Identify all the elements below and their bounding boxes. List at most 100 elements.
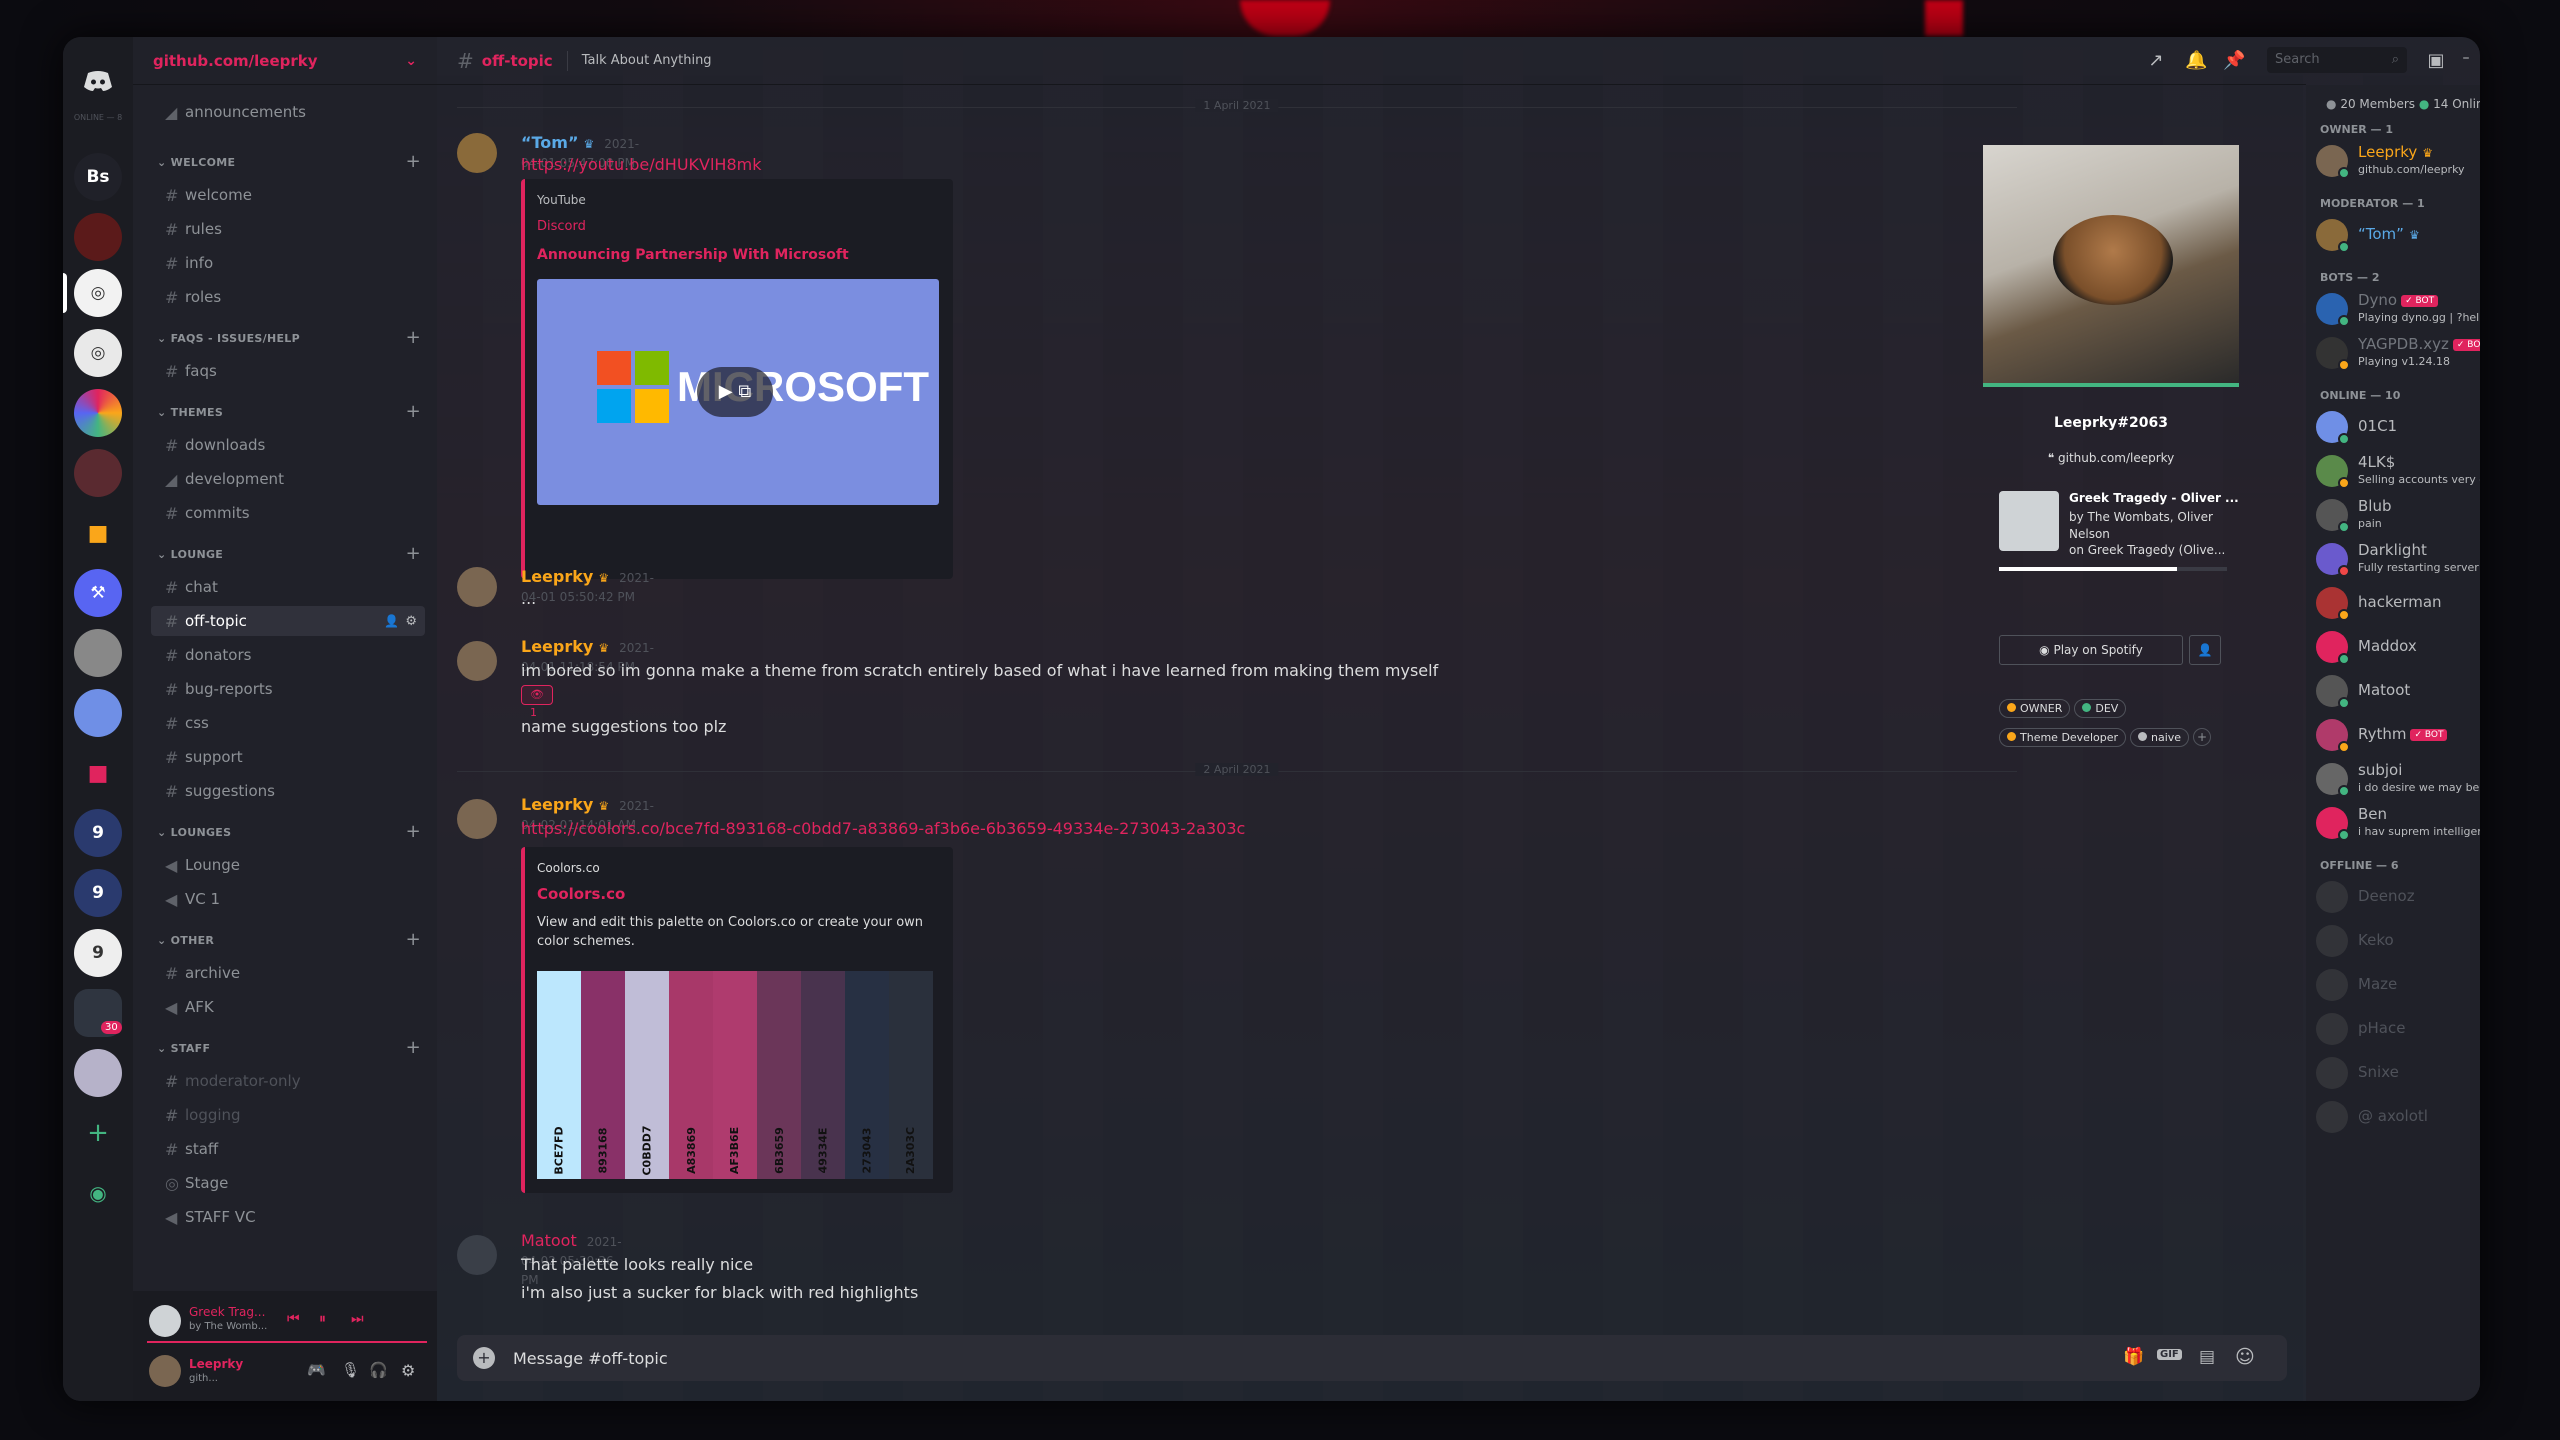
member-item[interactable]: subjoi i do desire we may be better st... xyxy=(2316,759,2480,799)
listen-along-button[interactable]: 👤 xyxy=(2189,635,2221,665)
microphone-icon[interactable]: 🎙 xyxy=(341,1361,360,1379)
server-icon[interactable]: ⚒ xyxy=(74,569,122,617)
avatar[interactable] xyxy=(457,567,497,607)
member-item[interactable]: 4LK$ Selling accounts very chea... xyxy=(2316,451,2480,491)
channel-archive[interactable]: # archive xyxy=(151,958,425,988)
category-themes[interactable]: ⌄ THEMES + xyxy=(157,401,427,422)
channel-downloads[interactable]: # downloads xyxy=(151,430,425,460)
gift-icon[interactable]: 🎁 xyxy=(2123,1347,2144,1367)
voice-afk[interactable]: ◀ AFK xyxy=(151,992,425,1022)
channel-bug-reports[interactable]: # bug-reports xyxy=(151,674,425,704)
role-pill[interactable]: OWNER xyxy=(1999,699,2071,718)
category-welcome[interactable]: ⌄ WELCOME + xyxy=(157,151,427,172)
reaction[interactable]: 👁 1 xyxy=(521,685,553,719)
message-author[interactable]: Leeprky ♛ 2021-04-01 05:50:42 PM xyxy=(521,567,654,605)
member-item[interactable]: Blub pain xyxy=(2316,495,2476,535)
voice-lounge[interactable]: ◀ Lounge xyxy=(151,850,425,880)
voice-vc1[interactable]: ◀ VC 1 xyxy=(151,884,425,914)
invite-icon[interactable]: 👤 xyxy=(384,614,399,628)
channel-moderator-only[interactable]: # moderator-only xyxy=(151,1066,425,1096)
member-item[interactable]: Snixe xyxy=(2316,1053,2476,1093)
channel-logging[interactable]: # logging xyxy=(151,1100,425,1130)
server-icon-active[interactable]: ◎ xyxy=(74,269,122,317)
member-item[interactable]: Dyno ✓ BOT Playing dyno.gg | ?help xyxy=(2316,289,2480,329)
folder-icon[interactable]: ■ xyxy=(74,749,122,797)
upload-icon[interactable]: + xyxy=(473,1347,495,1369)
channel-chat[interactable]: # chat xyxy=(151,572,425,602)
channel-development[interactable]: ◢ development xyxy=(151,464,425,494)
member-item[interactable]: Maze xyxy=(2316,965,2476,1005)
sticker-icon[interactable]: ▤ xyxy=(2199,1347,2215,1367)
member-item[interactable]: Keko xyxy=(2316,921,2476,961)
role-pill[interactable]: naive xyxy=(2130,728,2190,747)
server-icon[interactable] xyxy=(74,213,122,261)
category-other[interactable]: ⌄ OTHER + xyxy=(157,929,427,950)
member-item[interactable]: Rythm ✓ BOT xyxy=(2316,715,2476,755)
channel-commits[interactable]: # commits xyxy=(151,498,425,528)
server-icon[interactable] xyxy=(74,449,122,497)
add-channel-icon[interactable]: + xyxy=(406,401,421,422)
server-icon[interactable] xyxy=(74,389,122,437)
channel-css[interactable]: # css xyxy=(151,708,425,738)
avatar[interactable] xyxy=(149,1355,181,1387)
member-item[interactable]: Maddox xyxy=(2316,627,2476,667)
member-item[interactable]: pHace xyxy=(2316,1009,2476,1049)
play-button-icon[interactable]: ▶ ⧉ xyxy=(697,367,773,417)
headphones-icon[interactable]: 🎧 xyxy=(369,1361,388,1379)
discord-home-icon[interactable] xyxy=(74,57,122,105)
bell-icon[interactable]: 🔔 xyxy=(2185,50,2207,72)
minimize-icon[interactable]: – xyxy=(2455,50,2477,72)
category-staff[interactable]: ⌄ STAFF + xyxy=(157,1037,427,1058)
settings-gear-icon[interactable]: ⚙ xyxy=(401,1361,415,1380)
member-item[interactable]: “Tom” ♛ xyxy=(2316,215,2476,255)
search-input[interactable]: Search ⌕ xyxy=(2267,47,2407,73)
add-channel-icon[interactable]: + xyxy=(406,929,421,950)
avatar[interactable] xyxy=(457,133,497,173)
avatar[interactable] xyxy=(457,641,497,681)
next-icon[interactable]: ⏭ xyxy=(351,1311,364,1327)
member-item[interactable]: Leeprky ♛ github.com/leeprky xyxy=(2316,141,2476,181)
pin-icon[interactable]: 📌 xyxy=(2223,50,2245,72)
member-item[interactable]: Deenoz xyxy=(2316,877,2476,917)
pause-icon[interactable]: ⏸ xyxy=(319,1311,326,1327)
palette-image[interactable]: BCE7FD 893168 C0BDD7 A83869 AF3B6E 6B3659 4933… xyxy=(537,971,933,1179)
server-icon[interactable]: ◎ xyxy=(74,329,122,377)
member-item[interactable]: @ axolotl xyxy=(2316,1097,2476,1137)
server-icon[interactable]: 9 xyxy=(74,929,122,977)
member-item[interactable]: Ben i hav suprem intelligence xyxy=(2316,803,2480,843)
channel-announcements[interactable]: ◢ announcements xyxy=(151,97,425,127)
channel-roles[interactable]: # roles xyxy=(151,282,425,312)
emoji-icon[interactable]: ☺ xyxy=(2235,1346,2255,1368)
channel-off-topic[interactable]: # off-topic 👤 ⚙ xyxy=(151,606,425,636)
category-faqs[interactable]: ⌄ FAQS - ISSUES/HELP + xyxy=(157,327,427,348)
video-thumbnail[interactable]: MICROSOFT ▶ ⧉ xyxy=(537,279,939,505)
embed-title[interactable]: Coolors.co xyxy=(537,885,625,903)
channel-donators[interactable]: # donators xyxy=(151,640,425,670)
embed-author[interactable]: Discord xyxy=(537,219,586,234)
member-item[interactable]: Matoot xyxy=(2316,671,2476,711)
add-role-icon[interactable]: + xyxy=(2193,728,2212,746)
channel-info[interactable]: # info xyxy=(151,248,425,278)
avatar[interactable] xyxy=(457,799,497,839)
avatar[interactable] xyxy=(457,1235,497,1275)
category-lounge[interactable]: ⌄ LOUNGE + xyxy=(157,543,427,564)
server-icon[interactable] xyxy=(74,1049,122,1097)
add-server-icon[interactable]: + xyxy=(74,1109,122,1157)
message-link[interactable]: https://youtu.be/dHUKVlH8mk xyxy=(521,155,761,174)
gear-icon[interactable]: ⚙ xyxy=(405,614,417,629)
explore-icon[interactable]: ◉ xyxy=(74,1169,122,1217)
role-pill[interactable]: Theme Developer xyxy=(1999,728,2127,747)
member-item[interactable]: hackerman xyxy=(2316,583,2476,623)
external-link-icon[interactable]: ↗ xyxy=(2145,50,2167,72)
stage-channel[interactable]: ◎ Stage xyxy=(151,1168,425,1198)
member-item[interactable]: YAGPDB.xyz✓ BOT Playing v1.24.18 xyxy=(2316,333,2480,373)
server-icon[interactable] xyxy=(74,629,122,677)
gif-icon[interactable]: GIF xyxy=(2157,1349,2182,1360)
server-icon[interactable] xyxy=(74,689,122,737)
role-pill[interactable]: DEV xyxy=(2074,699,2127,718)
server-icon-bs[interactable]: Bs xyxy=(74,153,122,201)
add-channel-icon[interactable]: + xyxy=(406,821,421,842)
server-icon[interactable]: 9 xyxy=(74,809,122,857)
member-item[interactable]: Darklight Fully restarting server status … xyxy=(2316,539,2480,579)
folder-icon[interactable]: ■ xyxy=(74,509,122,557)
